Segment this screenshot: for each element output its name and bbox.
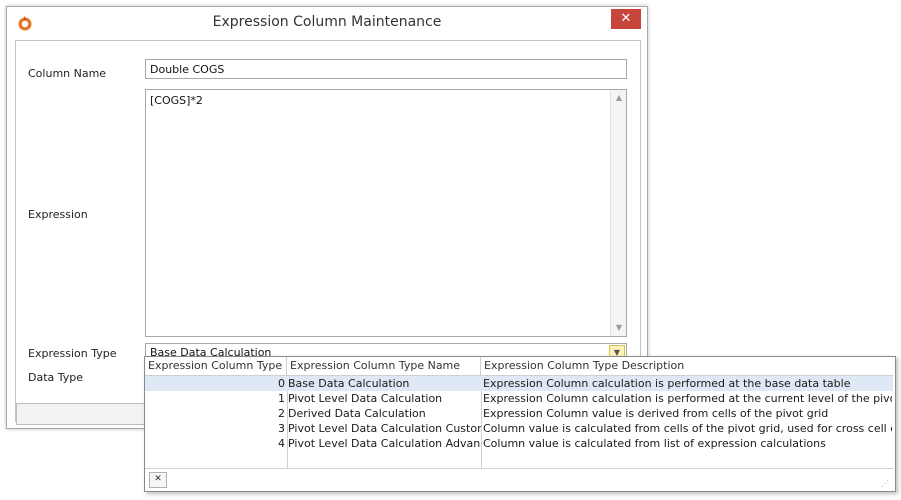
row-type-name: Derived Data Calculation <box>288 407 426 420</box>
grid-header: Expression Column Type ID Expression Col… <box>145 357 893 376</box>
expression-scrollbar[interactable]: ▲ ▼ <box>610 90 626 336</box>
header-type-id[interactable]: Expression Column Type ID <box>145 357 287 375</box>
row-type-id: 3 <box>278 422 285 435</box>
table-row[interactable]: 4 Pivot Level Data Calculation Advanced Co… <box>145 436 893 451</box>
expression-type-dropdown: Expression Column Type ID Expression Col… <box>144 356 896 492</box>
row-type-description: Expression Column value is derived from … <box>483 407 829 420</box>
window-title: Expression Column Maintenance <box>212 14 442 30</box>
row-type-description: Expression Column calculation is perform… <box>483 377 851 390</box>
expression-type-label: Expression Type <box>28 347 117 360</box>
table-row[interactable]: 1 Pivot Level Data Calculation Expression … <box>145 391 893 406</box>
title-bar[interactable]: Expression Column Maintenance ✕ <box>7 7 647 39</box>
scroll-up-icon[interactable]: ▲ <box>614 93 624 103</box>
row-type-name: Pivot Level Data Calculation Advanced <box>288 437 481 450</box>
data-type-label: Data Type <box>28 371 84 384</box>
row-type-name: Pivot Level Data Calculation Custom <box>288 422 481 435</box>
close-button[interactable]: ✕ <box>611 9 641 29</box>
grid-body: 0 Base Data Calculation Expression Column … <box>145 376 893 468</box>
row-type-id: 0 <box>278 377 285 390</box>
expression-label: Expression <box>28 208 88 221</box>
row-type-name: Pivot Level Data Calculation <box>288 392 443 405</box>
table-row[interactable]: 3 Pivot Level Data Calculation Custom Colu… <box>145 421 893 436</box>
footer-button[interactable] <box>16 403 148 425</box>
expression-editor[interactable]: [COGS]*2 ▲ ▼ <box>145 89 627 337</box>
row-type-description: Column value is calculated from cells of… <box>483 422 892 435</box>
row-type-id: 2 <box>278 407 285 420</box>
column-name-label: Column Name <box>28 67 107 80</box>
table-row[interactable]: 2 Derived Data Calculation Expression Colu… <box>145 406 893 421</box>
resize-grip-icon[interactable]: ⋰ <box>881 479 891 489</box>
header-type-name[interactable]: Expression Column Type Name <box>287 357 481 375</box>
expression-text: [COGS]*2 <box>150 94 203 107</box>
column-name-input[interactable]: Double COGS <box>145 59 627 79</box>
clear-icon[interactable]: ✕ <box>149 472 167 488</box>
row-type-id: 1 <box>278 392 285 405</box>
scroll-down-icon[interactable]: ▼ <box>614 323 624 333</box>
row-type-description: Column value is calculated from list of … <box>483 437 826 450</box>
row-type-id: 4 <box>278 437 285 450</box>
row-type-description: Expression Column calculation is perform… <box>483 392 892 405</box>
row-type-name: Base Data Calculation <box>288 377 410 390</box>
table-row[interactable]: 0 Base Data Calculation Expression Column … <box>145 376 893 391</box>
header-type-description[interactable]: Expression Column Type Description <box>481 357 893 375</box>
grid-footer: ✕ ⋰ <box>145 468 893 491</box>
